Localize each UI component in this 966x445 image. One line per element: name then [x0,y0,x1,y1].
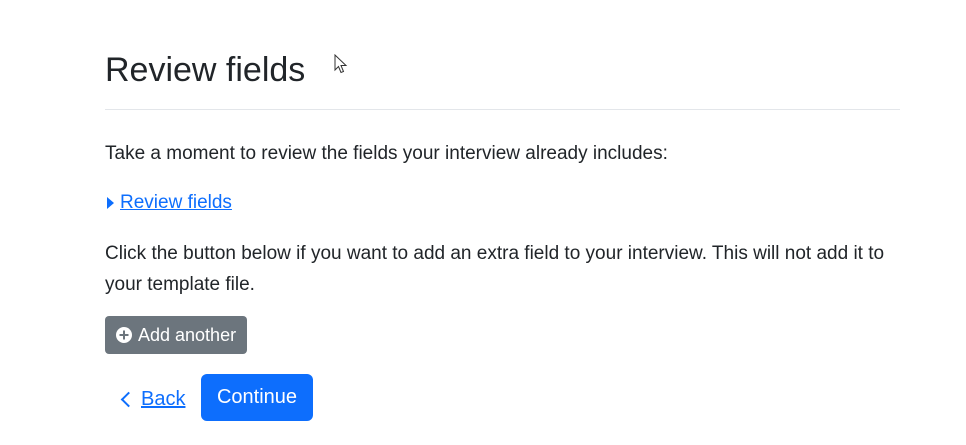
mouse-pointer-icon [334,54,348,74]
page-title: Review fields [105,51,306,89]
caret-right-icon [107,197,114,209]
continue-button[interactable]: Continue [201,374,313,421]
page: Review fields Take a moment to review th… [0,0,966,445]
back-link[interactable]: Back [119,385,185,413]
plus-circle-icon [116,327,132,343]
explanation-text: Click the button below if you want to ad… [105,243,885,295]
add-another-button[interactable]: Add another [105,316,248,354]
add-another-label: Add another [138,324,237,345]
review-fields-toggle-label: Review fields [120,192,232,213]
chevron-left-icon [120,391,137,407]
intro-text: Take a moment to review the fields your … [105,143,668,164]
review-fields-toggle[interactable]: Review fields [105,190,232,216]
title-divider [105,109,900,110]
back-label: Back [141,388,186,410]
